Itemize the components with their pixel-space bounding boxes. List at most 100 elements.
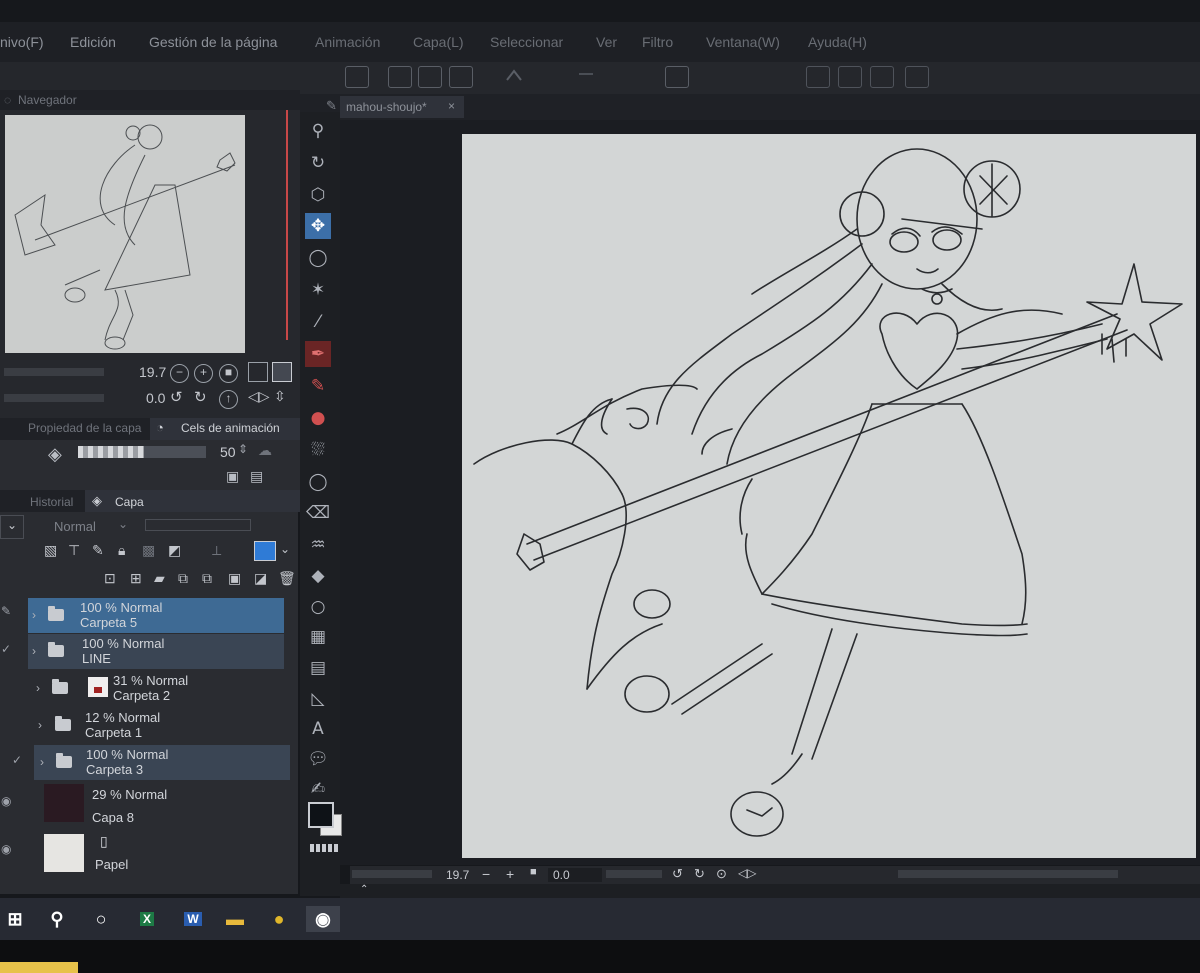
layer-color-icon[interactable]: ◈	[48, 444, 62, 465]
zoom-icon[interactable]: ⚲	[305, 118, 331, 144]
expand-panel-icon[interactable]: ⌃	[360, 884, 368, 895]
ruler-layer-icon[interactable]: ⟂	[212, 542, 221, 559]
clipping-icon[interactable]: ▧	[44, 542, 57, 559]
expand-chevron-icon[interactable]: ›	[36, 681, 40, 695]
merge-icon[interactable]: ⧉	[202, 570, 212, 587]
lock-transparent-icon[interactable]: ▩	[142, 542, 155, 559]
undo-icon[interactable]	[503, 66, 525, 86]
fit-icon[interactable]: ■	[219, 364, 238, 383]
new-folder-icon[interactable]: ▰	[154, 570, 165, 587]
transparent-color-switch[interactable]	[310, 844, 340, 852]
import-icon[interactable]: ▤	[250, 468, 263, 485]
balloon-icon[interactable]: 💬︎	[305, 746, 331, 772]
fill-icon[interactable]: ◆	[305, 563, 331, 589]
layer-row[interactable]: ◉ ▯ Papel	[0, 830, 290, 874]
menu-select[interactable]: Seleccionar	[490, 34, 563, 50]
main-color-swatch[interactable]	[308, 802, 334, 828]
object-icon[interactable]: ⬡	[305, 182, 331, 208]
new-folder-prop-icon[interactable]: ▣	[226, 468, 239, 485]
menu-animation[interactable]: Animación	[315, 34, 380, 50]
pen-icon[interactable]: ✒	[305, 341, 331, 367]
layer-row[interactable]: ✓ › 100 % Normal LINE	[0, 634, 290, 670]
layer-search-field[interactable]	[145, 519, 251, 531]
deselect-icon[interactable]	[870, 66, 894, 88]
word-icon[interactable]: W	[180, 906, 206, 932]
delete-layer-icon[interactable]: 🗑︎	[278, 570, 296, 587]
new-raster-layer-icon[interactable]: ⊡	[104, 570, 116, 587]
menu-file[interactable]: nivo(F)	[0, 34, 44, 50]
mask-add-icon[interactable]: ▣	[228, 570, 241, 587]
rotate-left-icon[interactable]: ↺	[170, 388, 183, 406]
open-icon[interactable]	[388, 66, 412, 88]
color-swatches[interactable]	[306, 800, 344, 840]
save-icon[interactable]	[449, 66, 473, 88]
settings-icon[interactable]	[905, 66, 929, 88]
status-reset-icon[interactable]: ⊙	[716, 866, 727, 882]
menu-window[interactable]: Ventana(W)	[706, 34, 780, 50]
brush-icon[interactable]: ●	[305, 405, 331, 431]
new-file-icon[interactable]	[345, 66, 369, 88]
menu-edit[interactable]: Edición	[70, 34, 116, 50]
decoration-icon[interactable]: ◯	[305, 469, 331, 495]
lock-icon[interactable]: 🔒︎	[118, 542, 125, 559]
status-zoom-in-icon[interactable]: +	[506, 866, 514, 882]
text-icon[interactable]: A	[305, 716, 331, 742]
expand-chevron-icon[interactable]: ›	[32, 608, 36, 622]
magic-wand-icon[interactable]: ✶	[305, 277, 331, 303]
status-fit-icon[interactable]: ■	[530, 866, 537, 878]
expand-chevron-icon[interactable]: ›	[32, 644, 36, 658]
rotate-right-icon[interactable]: ↻	[194, 388, 207, 406]
tab-layer[interactable]: Capa	[115, 495, 144, 509]
menu-view[interactable]: Ver	[596, 34, 617, 50]
line-correction-icon[interactable]: ✍	[305, 776, 331, 802]
menu-filter[interactable]: Filtro	[642, 34, 673, 50]
opacity-slider[interactable]	[144, 446, 206, 458]
menu-help[interactable]: Ayuda(H)	[808, 34, 867, 50]
horizontal-scrollbar[interactable]	[898, 870, 1118, 878]
eye-icon[interactable]: ◉	[1, 842, 11, 856]
layer-row[interactable]: ✓ › 100 % Normal Carpeta 3	[0, 745, 290, 781]
excel-icon[interactable]: X	[134, 906, 160, 932]
rotate-icon[interactable]: ↻	[305, 150, 331, 176]
search-icon[interactable]: ⚲	[44, 906, 70, 932]
folder-icon[interactable]	[418, 66, 442, 88]
ruler-icon[interactable]: ◺	[305, 686, 331, 712]
close-tab-icon[interactable]: ×	[448, 99, 455, 113]
status-rotate-right-icon[interactable]: ↻	[694, 866, 705, 882]
pencil-icon[interactable]: ✎	[305, 373, 331, 399]
status-rotation-slider[interactable]	[606, 870, 662, 878]
reset-rotation-icon[interactable]: ↑	[219, 390, 238, 409]
cortana-icon[interactable]: ○	[88, 906, 114, 932]
tab-layer-property[interactable]: Propiedad de la capa	[28, 421, 141, 435]
layer-row[interactable]: ◉ 29 % Normal Capa 8	[0, 782, 290, 826]
flip-horizontal-icon[interactable]: ◁▷	[248, 388, 270, 405]
status-zoom-out-icon[interactable]: −	[482, 866, 490, 882]
status-rotate-left-icon[interactable]: ↺	[672, 866, 683, 882]
menu-page-management[interactable]: Gestión de la página	[149, 34, 277, 50]
layer-row[interactable]: ✎ › 100 % Normal Carpeta 5	[0, 598, 290, 634]
zoom-out-icon[interactable]: −	[170, 364, 189, 383]
eraser-icon[interactable]: ⌫	[305, 500, 331, 526]
swatch-chevron-icon[interactable]: ⌄	[280, 542, 290, 556]
transform-icon[interactable]	[806, 66, 830, 88]
tab-animation-cels[interactable]: Cels de animación	[181, 421, 280, 435]
shape-icon[interactable]: ○	[305, 594, 331, 620]
blend-icon[interactable]: ♒	[305, 532, 331, 558]
clear-icon[interactable]	[665, 66, 689, 88]
flip-vertical-icon[interactable]: ⇳	[274, 388, 286, 405]
airbrush-icon[interactable]: ⛆	[305, 437, 331, 463]
status-zoom-slider[interactable]	[352, 870, 432, 878]
new-vector-layer-icon[interactable]: ⊞	[130, 570, 142, 587]
canvas[interactable]	[462, 134, 1196, 858]
lasso-icon[interactable]: ◯	[305, 245, 331, 271]
rotate-slider[interactable]	[4, 394, 104, 402]
check-icon[interactable]: ✓	[1, 642, 11, 656]
menu-layer[interactable]: Capa(L)	[413, 34, 464, 50]
file-explorer-icon[interactable]: ▬	[222, 906, 248, 932]
chrome-icon[interactable]: ●	[266, 906, 292, 932]
windows-icon[interactable]: ⊞	[2, 906, 28, 932]
frame-icon[interactable]: ▤	[305, 655, 331, 681]
fill-selection-icon[interactable]	[838, 66, 862, 88]
fit-window-icon[interactable]	[272, 362, 292, 382]
tab-history[interactable]: Historial	[30, 495, 73, 509]
